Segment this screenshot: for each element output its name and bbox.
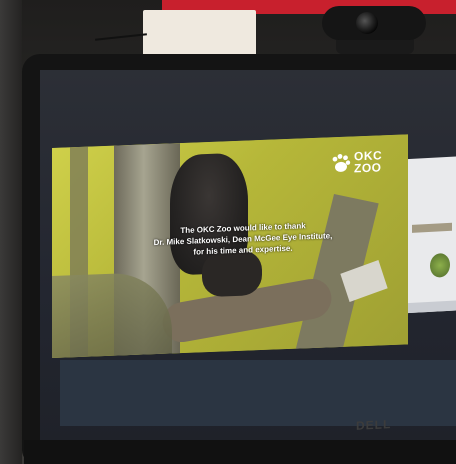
plant xyxy=(430,252,450,278)
paw-icon xyxy=(332,154,351,172)
logo-line-2: ZOO xyxy=(354,160,382,176)
cream-object xyxy=(143,10,256,58)
left-wall xyxy=(0,0,22,464)
desktop-area xyxy=(60,360,456,426)
logo-text: OKC ZOO xyxy=(354,148,382,176)
webcam-mount xyxy=(336,38,414,54)
shelf xyxy=(412,222,452,233)
monitor-brand: DELL xyxy=(356,417,392,433)
okc-zoo-logo: OKC ZOO xyxy=(330,146,406,183)
video-player[interactable]: OKC ZOO The OKC Zoo would like to thank … xyxy=(52,134,408,358)
background-window xyxy=(400,156,456,314)
webcam-lens-icon xyxy=(356,12,378,34)
monitor-bezel xyxy=(24,440,456,464)
chimpanzee-leg xyxy=(202,249,262,298)
